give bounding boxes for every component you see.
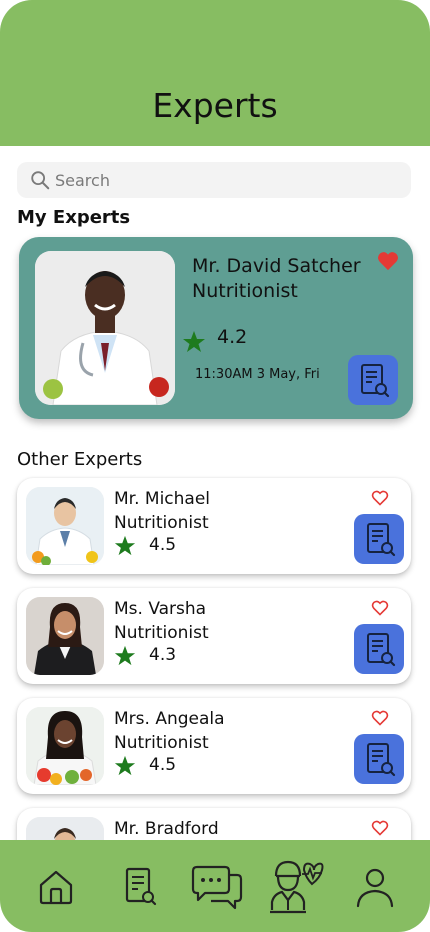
nav-chat[interactable] [191,862,243,912]
search-icon [31,171,50,190]
expert-role: Nutritionist [114,733,209,753]
heart-outline-icon[interactable] [371,820,389,836]
featured-expert-card[interactable]: Mr. David Satcher Nutritionist 4.2 11:30… [19,237,413,419]
expert-rating: 4.3 [149,645,177,665]
document-search-icon [125,867,157,906]
star-icon [114,645,136,666]
view-report-button[interactable] [348,355,398,405]
expert-photo [26,597,104,675]
bottom-nav [0,840,430,932]
heart-outline-icon[interactable] [371,600,389,616]
nav-profile[interactable] [350,862,400,912]
profile-icon [356,868,394,908]
search-input[interactable] [55,170,355,190]
expert-card[interactable]: Mr. Michael Nutritionist 4.5 [17,478,411,574]
expert-photo [26,487,104,565]
expert-photo [35,251,175,405]
view-report-button[interactable] [354,624,404,674]
nav-reports[interactable] [115,862,165,912]
nav-home[interactable] [31,862,81,912]
expert-role: Nutritionist [114,513,209,533]
search-bar[interactable] [17,162,411,198]
chat-icon [191,865,243,910]
expert-name: Mr. Michael [114,489,211,509]
heart-outline-icon[interactable] [371,710,389,726]
heart-filled-icon[interactable] [377,251,399,271]
page-title: Experts [152,86,278,125]
view-report-button[interactable] [354,734,404,784]
expert-name: Mr. Bradford [114,819,219,839]
expert-rating: 4.2 [217,326,248,348]
app-screen: Experts My Experts Mr. D [0,0,430,932]
home-icon [39,870,73,905]
heart-outline-icon[interactable] [371,490,389,506]
expert-name: Mrs. Angeala [114,709,225,729]
expert-photo [26,707,104,785]
star-icon [114,535,136,556]
header: Experts [0,0,430,146]
expert-rating: 4.5 [149,535,177,555]
doctor-icon [270,860,324,914]
expert-name: Ms. Varsha [114,599,207,619]
other-experts-heading: Other Experts [17,449,143,470]
expert-name: Mr. David Satcher [192,255,361,277]
expert-role: Nutritionist [114,623,209,643]
expert-role: Nutritionist [192,280,298,302]
expert-rating: 4.5 [149,755,177,775]
nav-experts[interactable] [268,856,324,914]
view-report-button[interactable] [354,514,404,564]
appointment-time: 11:30AM 3 May, Fri [195,367,320,382]
star-icon [183,331,205,352]
my-experts-heading: My Experts [17,207,131,228]
star-icon [114,755,136,776]
expert-card[interactable]: Ms. Varsha Nutritionist 4.3 [17,588,411,684]
expert-card[interactable]: Mrs. Angeala Nutritionist 4.5 [17,698,411,794]
